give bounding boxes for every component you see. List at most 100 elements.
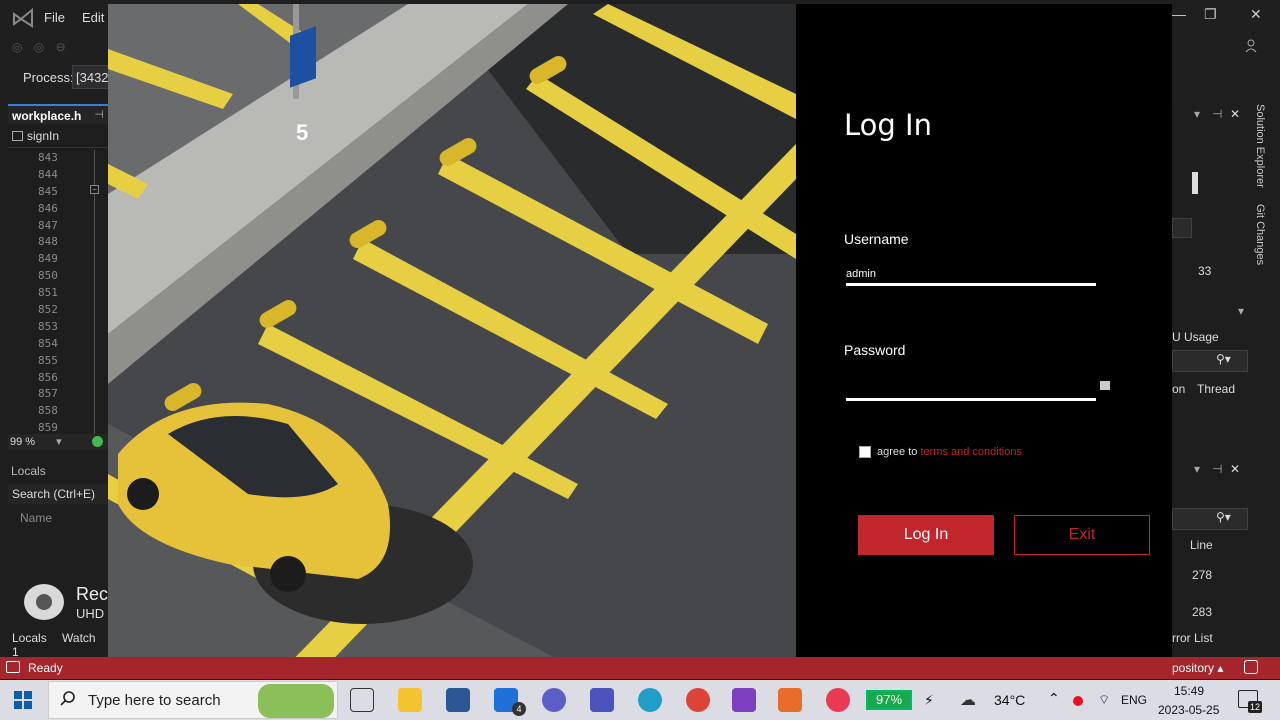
error-list-search[interactable] xyxy=(1172,508,1248,530)
line-number: 848 xyxy=(38,235,58,249)
toolbar-icons: ◎ ◎ ⊖ xyxy=(12,40,70,54)
panel-scroll-thumb[interactable] xyxy=(1192,172,1198,194)
close-icon[interactable]: ✕ xyxy=(1250,6,1262,23)
line-number: 853 xyxy=(38,319,58,333)
locals-search-input[interactable]: Search (Ctrl+E) xyxy=(8,484,108,504)
line-number: 857 xyxy=(38,387,58,401)
search-icon-2[interactable]: ⚲▾ xyxy=(1216,510,1231,524)
search-icon[interactable]: ⚲▾ xyxy=(1216,352,1231,366)
class-icon xyxy=(12,131,23,141)
panel-input[interactable] xyxy=(1172,218,1192,238)
visual-studio-icon[interactable] xyxy=(732,688,756,712)
panel2-close-icon[interactable]: ✕ xyxy=(1230,462,1240,476)
password-input[interactable] xyxy=(846,376,1096,401)
threads-search[interactable] xyxy=(1172,350,1248,372)
status-chat-icon[interactable] xyxy=(6,661,20,673)
locals-panel-title: Locals xyxy=(11,464,46,478)
line-number: 844 xyxy=(38,167,58,181)
panel2-pin-icon[interactable]: ⊣ xyxy=(1212,462,1222,476)
member-navigation[interactable]: signIn xyxy=(8,126,108,148)
pin-icon[interactable]: ⊣ xyxy=(94,108,104,121)
line-number: 852 xyxy=(38,303,58,317)
zoom-chevron-icon[interactable]: ▾ xyxy=(56,436,62,448)
menu-file[interactable]: File xyxy=(44,10,65,25)
add-to-repository[interactable]: pository ▴ xyxy=(1172,661,1223,675)
panel-close-icon[interactable]: ✕ xyxy=(1230,107,1240,121)
line-number: 843 xyxy=(38,151,58,164)
recorder-app-icon[interactable] xyxy=(826,688,850,712)
column-on: on xyxy=(1172,382,1186,396)
language-indicator[interactable]: ENG xyxy=(1121,693,1147,707)
show-password-icon[interactable] xyxy=(1100,381,1110,390)
username-input[interactable] xyxy=(846,264,1096,286)
line-number: 854 xyxy=(38,336,58,350)
line-number: 847 xyxy=(38,218,58,232)
running-app-icon[interactable] xyxy=(778,688,802,712)
line-number: 858 xyxy=(38,404,58,418)
minimize-icon[interactable]: — xyxy=(1172,6,1186,22)
line-number: 856 xyxy=(38,370,58,384)
file-explorer-icon[interactable] xyxy=(398,688,422,712)
chrome-icon[interactable] xyxy=(686,688,710,712)
taskbar-search-placeholder[interactable]: Type here to search xyxy=(88,692,221,709)
tray-chevron-icon[interactable]: ⌃ xyxy=(1048,690,1060,707)
taskbar-search-icon xyxy=(60,691,75,706)
edge-icon[interactable] xyxy=(638,688,662,712)
login-button[interactable]: Log In xyxy=(858,515,994,555)
teams-icon[interactable] xyxy=(590,688,614,712)
recording-indicator-icon[interactable] xyxy=(1073,696,1083,706)
exit-button[interactable]: Exit xyxy=(1014,515,1150,555)
menu-edit[interactable]: Edit xyxy=(82,10,104,25)
column-line: Line xyxy=(1190,538,1213,552)
task-view-icon[interactable] xyxy=(350,688,374,712)
bottom-tool-tabs: Locals Watch 1 xyxy=(8,628,108,659)
agree-terms-text: agree to terms and conditions xyxy=(877,446,1022,458)
process-dropdown[interactable]: [3432 xyxy=(72,65,112,89)
line-value-1: 278 xyxy=(1192,568,1213,582)
editor-tab-workplace[interactable]: workplace.h ⊣ xyxy=(8,104,108,124)
collapse-toggle-icon[interactable]: − xyxy=(90,185,99,194)
side-tab-strip: Solution Explorer Git Changes xyxy=(1252,100,1272,270)
login-panel xyxy=(796,4,1172,675)
restore-icon[interactable]: ❐ xyxy=(1204,6,1217,23)
battery-indicator[interactable]: 97% xyxy=(866,690,912,710)
line-number: 846 xyxy=(38,201,58,215)
vtab-git-changes[interactable]: Git Changes xyxy=(1254,204,1266,265)
agree-terms-checkbox[interactable] xyxy=(859,446,871,458)
power-automate-icon[interactable] xyxy=(542,688,566,712)
panel-value: 33 xyxy=(1198,264,1212,278)
vtab-solution-explorer[interactable]: Solution Explorer xyxy=(1254,104,1266,188)
clock-time[interactable]: 15:49 xyxy=(1174,684,1204,698)
tab-locals[interactable]: Locals xyxy=(12,631,47,645)
feedback-icon[interactable] xyxy=(1244,38,1260,54)
chevron-up-icon: ▴ xyxy=(1217,661,1224,675)
parking-lot-photo: 5 xyxy=(108,4,796,675)
wifi-icon[interactable]: ⌔ xyxy=(1098,692,1110,708)
line-value-2: 283 xyxy=(1192,605,1213,619)
zoom-level[interactable]: 99 % xyxy=(10,436,35,448)
terms-link[interactable]: terms and conditions xyxy=(920,446,1022,458)
plug-icon: ⚡ xyxy=(924,692,934,708)
recorder-camera-icon xyxy=(24,584,64,620)
editor-zoom-bar: 99 % ▾ xyxy=(8,434,108,450)
weather-temperature[interactable]: 34°C xyxy=(994,692,1025,708)
panel-dropdown-icon[interactable]: ▾ xyxy=(1194,107,1200,121)
svg-text:5: 5 xyxy=(296,120,308,145)
password-label: Password xyxy=(844,342,906,358)
status-text: Ready xyxy=(28,661,63,675)
agree-label: agree to xyxy=(877,446,918,458)
word-icon[interactable] xyxy=(446,688,470,712)
error-list-tab[interactable]: rror List xyxy=(1172,631,1213,645)
notifications-bell-icon[interactable] xyxy=(1244,660,1258,674)
search-highlight-image xyxy=(258,684,334,718)
panel2-dropdown-icon[interactable]: ▾ xyxy=(1194,462,1200,476)
weather-icon[interactable]: ☁ xyxy=(960,690,976,710)
clock-date[interactable]: 2023-05-25 xyxy=(1158,703,1219,717)
process-label: Process: xyxy=(23,70,74,85)
windows-start-icon[interactable] xyxy=(14,691,32,709)
line-number: 855 xyxy=(38,353,58,367)
panel-scroll-down-icon[interactable]: ▾ xyxy=(1238,304,1244,318)
locals-column-name: Name xyxy=(20,511,53,525)
panel-pin-icon[interactable]: ⊣ xyxy=(1212,107,1222,121)
no-issues-icon[interactable] xyxy=(92,436,103,447)
